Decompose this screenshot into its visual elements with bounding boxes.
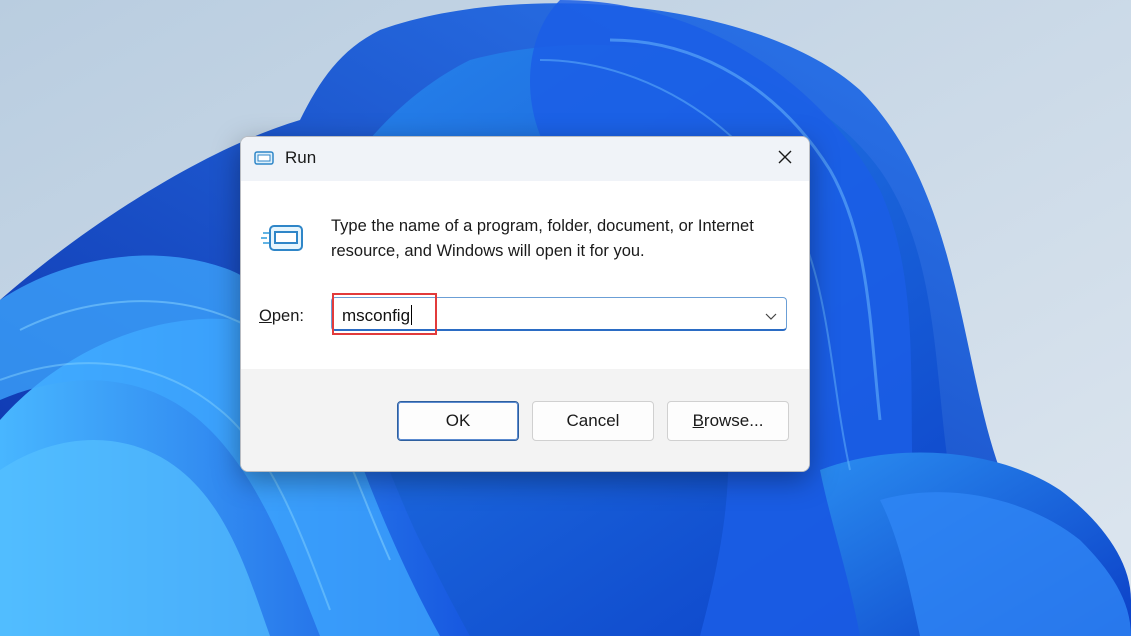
title-bar[interactable]: Run — [241, 137, 809, 181]
run-program-icon — [261, 223, 305, 260]
button-bar: OK Cancel Browse... — [241, 369, 809, 471]
close-icon — [777, 149, 793, 170]
close-button[interactable] — [763, 143, 807, 175]
cancel-button[interactable]: Cancel — [532, 401, 654, 441]
browse-button[interactable]: Browse... — [667, 401, 789, 441]
ok-button[interactable]: OK — [397, 401, 519, 441]
run-icon — [254, 151, 274, 172]
open-label: Open: — [259, 307, 304, 326]
open-label-accelerator: O — [259, 307, 272, 325]
browse-label: rowse... — [703, 411, 764, 430]
dialog-body: Type the name of a program, folder, docu… — [241, 181, 809, 369]
dialog-title: Run — [285, 148, 317, 167]
open-label-text: pen: — [271, 307, 304, 325]
browse-accelerator: B — [692, 411, 704, 430]
run-dialog: Run Type the name of a program, folder, … — [240, 136, 810, 472]
chevron-down-icon[interactable] — [764, 308, 778, 326]
highlight-annotation — [332, 293, 437, 335]
run-description: Type the name of a program, folder, docu… — [331, 217, 754, 260]
